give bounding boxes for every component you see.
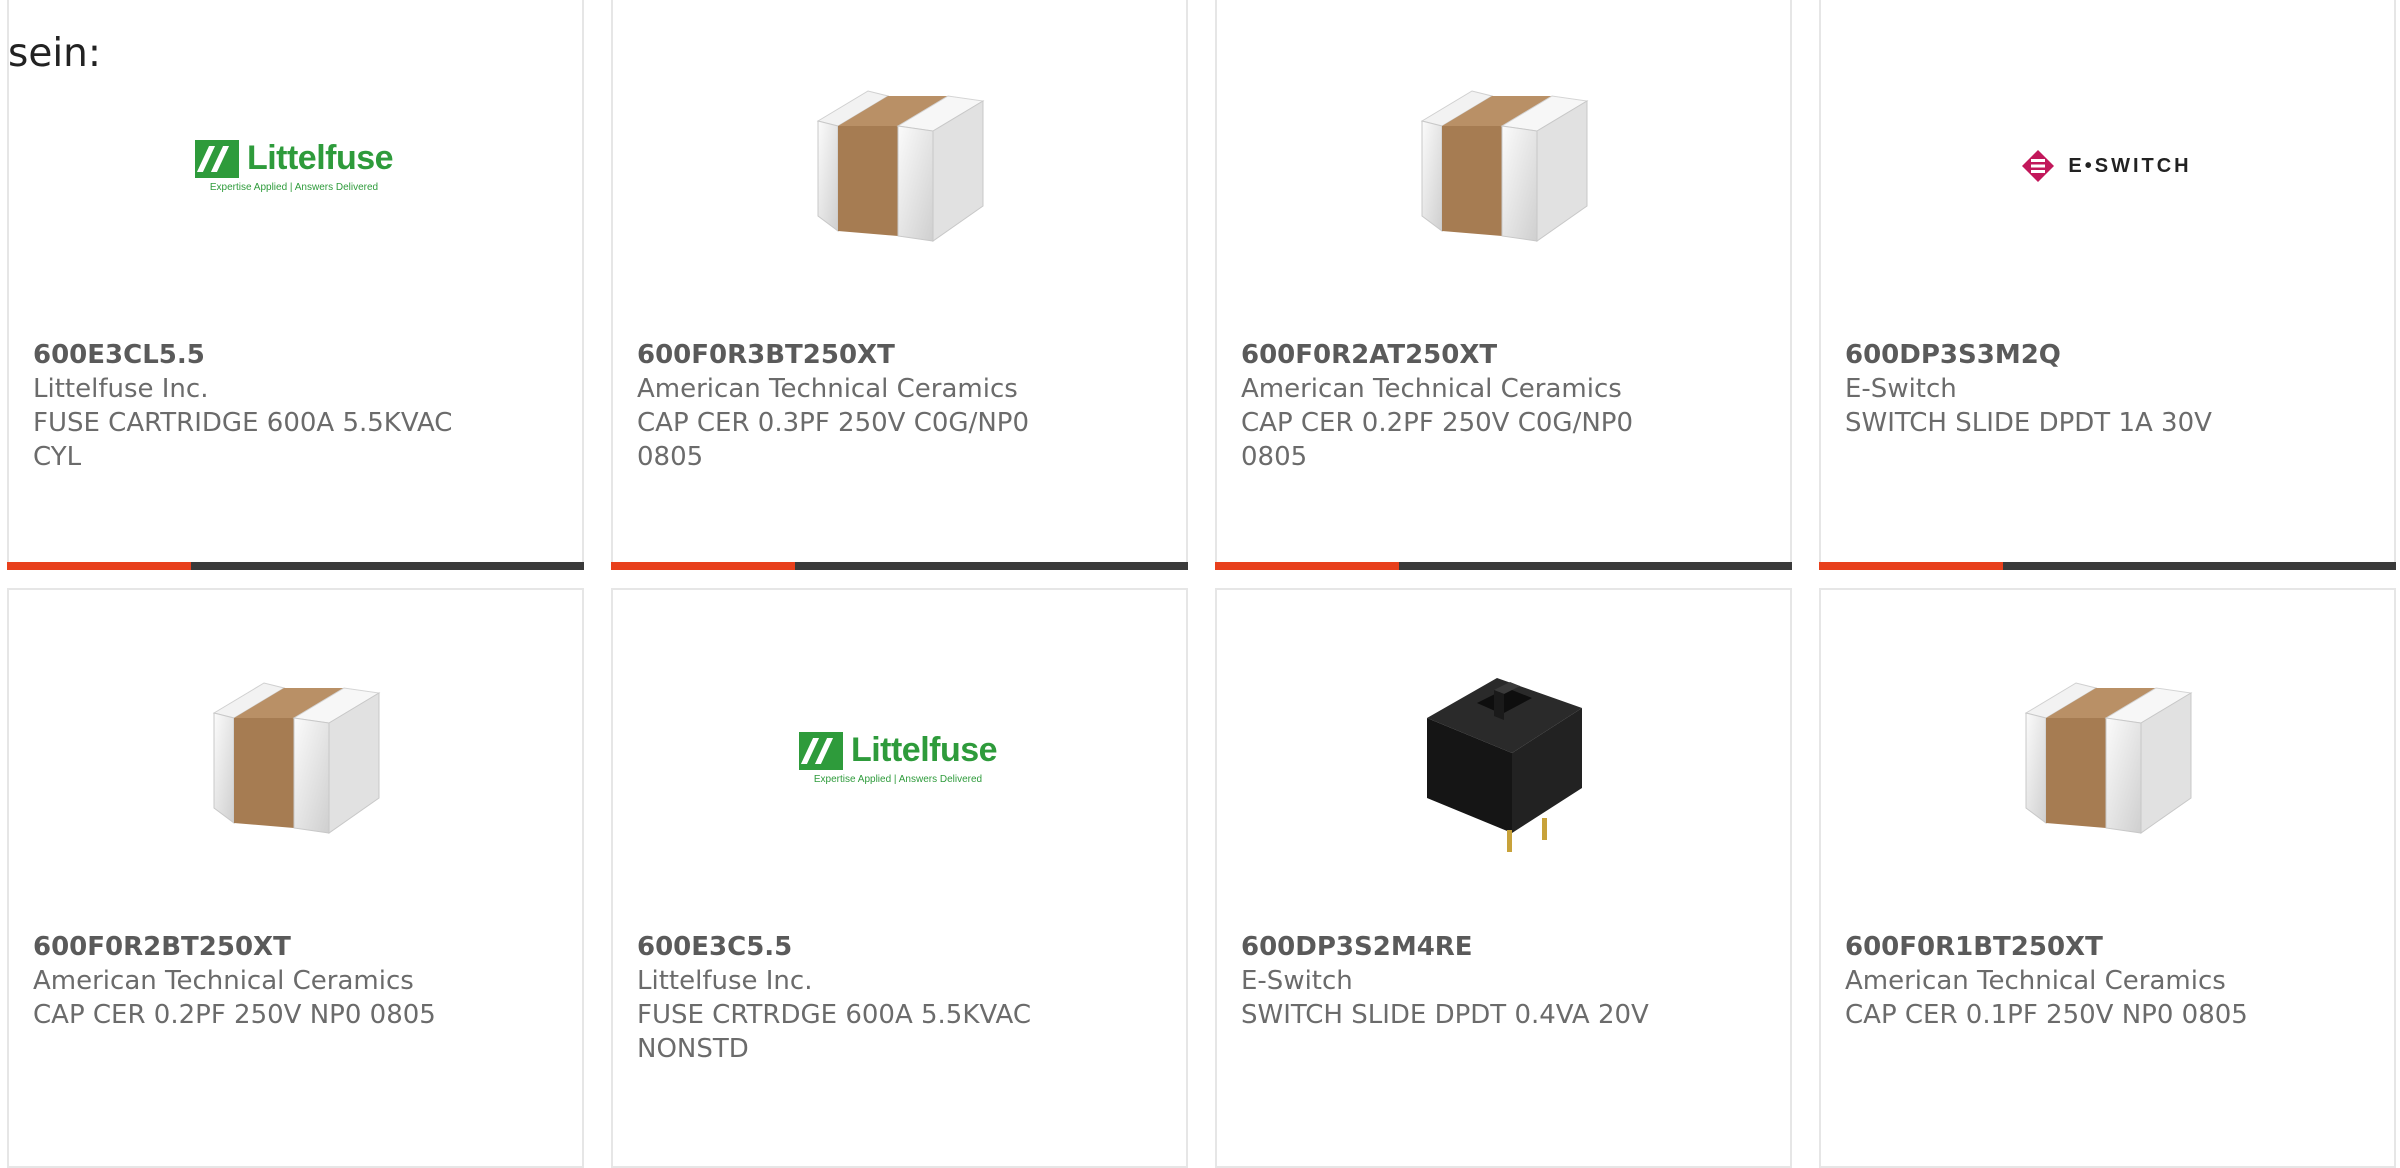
product-image bbox=[798, 66, 998, 266]
slide-switch-icon bbox=[1427, 678, 1582, 852]
product-card[interactable]: 600F0R2BT250XT American Technical Cerami… bbox=[7, 588, 584, 1168]
part-number[interactable]: 600E3CL5.5 bbox=[33, 338, 473, 372]
part-number[interactable]: 600F0R3BT250XT bbox=[637, 338, 1077, 372]
product-card[interactable]: E•SWITCH 600DP3S3M2Q E-Switch SWITCH SLI… bbox=[1819, 0, 2396, 570]
description: CAP CER 0.3PF 250V C0G/NP0 0805 bbox=[637, 408, 1029, 472]
product-image bbox=[1402, 66, 1602, 266]
eswitch-logo: E•SWITCH bbox=[2020, 148, 2191, 184]
product-image: Littelfuse Expertise Applied | Answers D… bbox=[798, 658, 998, 858]
part-number[interactable]: 600E3C5.5 bbox=[637, 930, 1077, 964]
manufacturer: Littelfuse Inc. bbox=[637, 966, 813, 996]
product-image: Littelfuse Expertise Applied | Answers D… bbox=[194, 66, 394, 266]
card-bar bbox=[7, 562, 584, 570]
manufacturer: Littelfuse Inc. bbox=[33, 374, 209, 404]
card-bar bbox=[1215, 562, 1792, 570]
part-number[interactable]: 600DP3S3M2Q bbox=[1845, 338, 2285, 372]
product-card[interactable]: Littelfuse Expertise Applied | Answers D… bbox=[7, 0, 584, 570]
ceramic-capacitor-icon bbox=[2024, 682, 2193, 834]
eswitch-mark-icon bbox=[2022, 150, 2055, 182]
logo-tagline: Expertise Applied | Answers Delivered bbox=[813, 774, 983, 785]
card-bar bbox=[1819, 562, 2396, 570]
part-number[interactable]: 600F0R2AT250XT bbox=[1241, 338, 1681, 372]
part-number[interactable]: 600F0R2BT250XT bbox=[33, 930, 473, 964]
description: SWITCH SLIDE DPDT 1A 30V bbox=[1845, 408, 2212, 438]
littelfuse-logo: Littelfuse Expertise Applied | Answers D… bbox=[798, 731, 998, 785]
ceramic-capacitor-icon bbox=[212, 682, 381, 834]
part-number[interactable]: 600F0R1BT250XT bbox=[1845, 930, 2285, 964]
manufacturer: American Technical Ceramics bbox=[33, 966, 414, 996]
intro-text: sein: bbox=[8, 31, 102, 76]
manufacturer: E-Switch bbox=[1845, 374, 1957, 404]
littelfuse-logo: Littelfuse Expertise Applied | Answers D… bbox=[194, 139, 394, 193]
description: FUSE CRTRDGE 600A 5.5KVAC NONSTD bbox=[637, 1000, 1031, 1064]
description: FUSE CARTRIDGE 600A 5.5KVAC CYL bbox=[33, 408, 453, 472]
product-card[interactable]: 600F0R2AT250XT American Technical Cerami… bbox=[1215, 0, 1792, 570]
littelfuse-mark-icon bbox=[194, 139, 239, 178]
product-card[interactable]: Littelfuse Expertise Applied | Answers D… bbox=[611, 588, 1188, 1168]
product-image: E•SWITCH bbox=[2006, 66, 2206, 266]
part-number[interactable]: 600DP3S2M4RE bbox=[1241, 930, 1681, 964]
description: SWITCH SLIDE DPDT 0.4VA 20V bbox=[1241, 1000, 1649, 1030]
product-image bbox=[194, 658, 394, 858]
manufacturer: American Technical Ceramics bbox=[1845, 966, 2226, 996]
product-card[interactable]: 600F0R1BT250XT American Technical Cerami… bbox=[1819, 588, 2396, 1168]
product-grid: Littelfuse Expertise Applied | Answers D… bbox=[0, 0, 2400, 1168]
manufacturer: E-Switch bbox=[1241, 966, 1353, 996]
manufacturer: American Technical Ceramics bbox=[637, 374, 1018, 404]
logo-tagline: Expertise Applied | Answers Delivered bbox=[209, 182, 379, 193]
product-image bbox=[1402, 658, 1602, 858]
description: CAP CER 0.1PF 250V NP0 0805 bbox=[1845, 1000, 2248, 1030]
description: CAP CER 0.2PF 250V NP0 0805 bbox=[33, 1000, 436, 1030]
ceramic-capacitor-icon bbox=[1420, 90, 1589, 242]
product-card[interactable]: 600F0R3BT250XT American Technical Cerami… bbox=[611, 0, 1188, 570]
logo-name: Littelfuse bbox=[850, 731, 998, 769]
ceramic-capacitor-icon bbox=[816, 90, 985, 242]
littelfuse-mark-icon bbox=[798, 731, 843, 770]
product-card[interactable]: 600DP3S2M4RE E-Switch SWITCH SLIDE DPDT … bbox=[1215, 588, 1792, 1168]
description: CAP CER 0.2PF 250V C0G/NP0 0805 bbox=[1241, 408, 1633, 472]
product-image bbox=[2006, 658, 2206, 858]
logo-name: E•SWITCH bbox=[2068, 154, 2192, 177]
logo-name: Littelfuse bbox=[246, 139, 394, 177]
card-bar bbox=[611, 562, 1188, 570]
manufacturer: American Technical Ceramics bbox=[1241, 374, 1622, 404]
